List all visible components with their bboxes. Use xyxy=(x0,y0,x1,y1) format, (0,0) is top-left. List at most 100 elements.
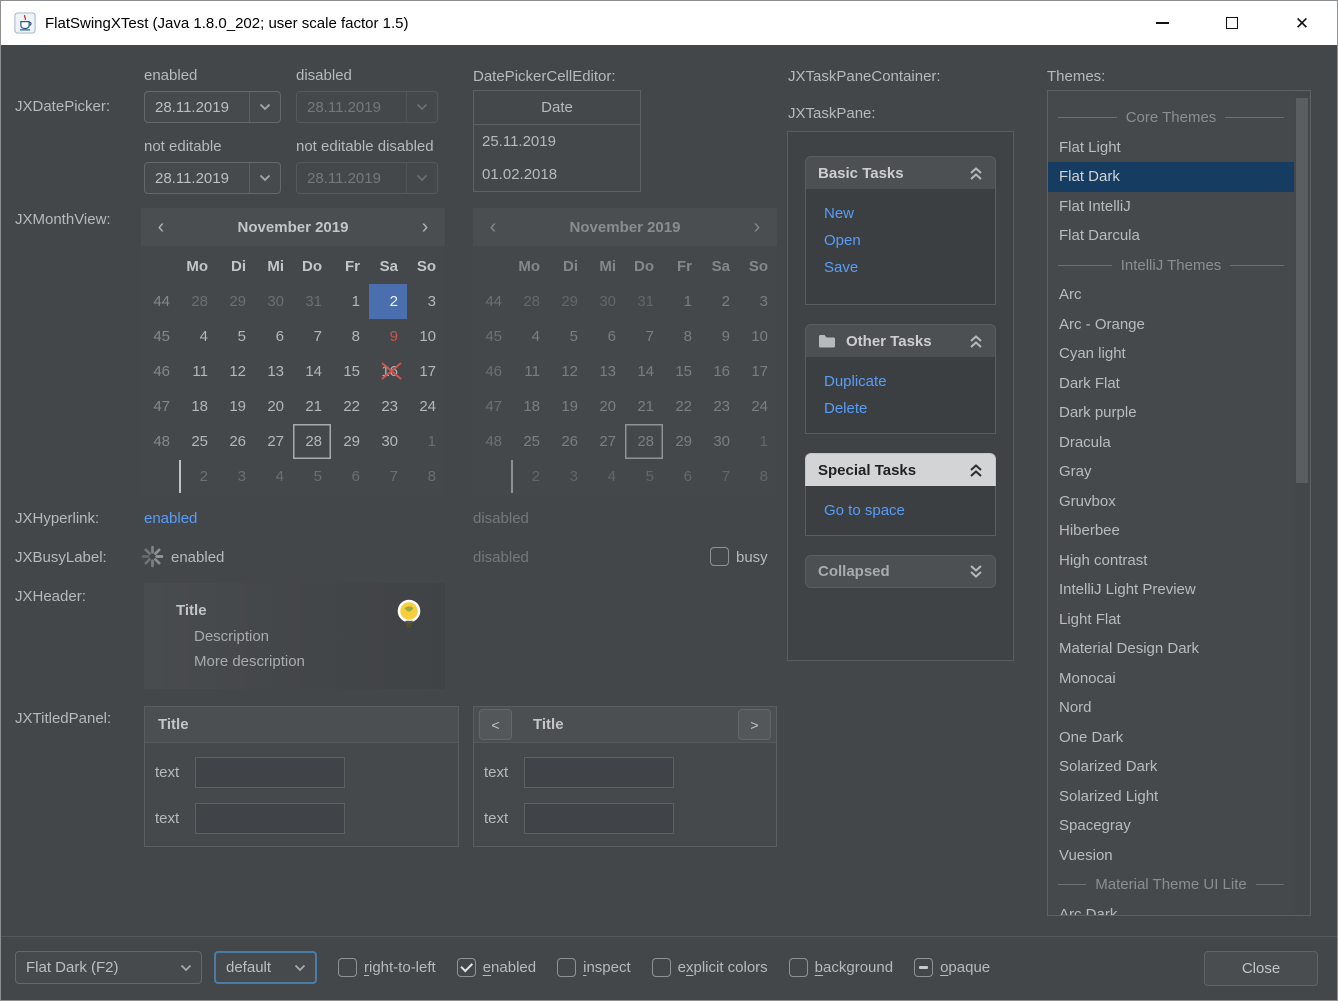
calendar-day[interactable]: 28 xyxy=(179,284,217,319)
chevron-down-icon[interactable] xyxy=(249,163,280,193)
calendar-day[interactable]: 18 xyxy=(179,389,217,424)
theme-list-item[interactable]: Light Flat xyxy=(1048,605,1294,635)
calendar-day[interactable]: 1 xyxy=(331,284,369,319)
chevron-down-icon[interactable] xyxy=(171,952,201,983)
task-link[interactable]: New xyxy=(824,204,995,223)
checkbox-label[interactable]: opaque xyxy=(940,959,990,976)
checkbox-label[interactable]: explicit colors xyxy=(678,959,768,976)
taskpane-header[interactable]: Other Tasks xyxy=(805,324,996,357)
checkbox-box[interactable] xyxy=(914,958,933,977)
datepicker-combo[interactable]: 28.11.2019 xyxy=(144,91,281,123)
hyperlink-enabled[interactable]: enabled xyxy=(144,510,197,527)
checkbox-box[interactable] xyxy=(338,958,357,977)
collapse-chevron-icon[interactable] xyxy=(969,463,983,478)
calendar-day[interactable]: 22 xyxy=(331,389,369,424)
calendar-day[interactable]: 2 xyxy=(369,284,407,319)
checkbox-background[interactable]: background xyxy=(789,958,893,977)
themes-list[interactable]: Core ThemesFlat LightFlat DarkFlat Intel… xyxy=(1047,90,1311,916)
text-field[interactable] xyxy=(195,757,345,788)
checkbox-box[interactable] xyxy=(789,958,808,977)
theme-list-item[interactable]: Arc xyxy=(1048,280,1294,310)
theme-list-item[interactable]: Arc Dark xyxy=(1048,900,1294,917)
text-field[interactable] xyxy=(524,757,674,788)
theme-list-item[interactable]: Flat IntelliJ xyxy=(1048,192,1294,222)
panel-prev-button[interactable]: < xyxy=(479,709,512,740)
theme-select-combo[interactable]: Flat Dark (F2) xyxy=(15,951,202,984)
calendar-day[interactable]: 13 xyxy=(255,354,293,389)
calendar-day[interactable]: 24 xyxy=(407,389,445,424)
calendar-day[interactable]: 11 xyxy=(179,354,217,389)
theme-list-item[interactable]: One Dark xyxy=(1048,723,1294,753)
checkbox-label[interactable]: enabled xyxy=(483,959,536,976)
calendar-day[interactable]: 17 xyxy=(407,354,445,389)
text-field[interactable] xyxy=(195,803,345,834)
checkbox-inspect[interactable]: inspect xyxy=(557,958,631,977)
taskpane-header[interactable]: Basic Tasks xyxy=(805,156,996,189)
theme-list-item[interactable]: Arc - Orange xyxy=(1048,310,1294,340)
minimize-button[interactable] xyxy=(1127,1,1197,45)
theme-list-item[interactable]: Hiberbee xyxy=(1048,516,1294,546)
checkbox-right-to-left[interactable]: right-to-left xyxy=(338,958,436,977)
chevron-down-icon[interactable] xyxy=(285,953,315,982)
task-link[interactable]: Save xyxy=(824,258,995,277)
calendar-day[interactable]: 4 xyxy=(179,319,217,354)
close-window-button[interactable]: ✕ xyxy=(1267,1,1337,45)
busy-checkbox[interactable] xyxy=(710,547,729,566)
task-link[interactable]: Go to space xyxy=(824,501,995,520)
calendar-day[interactable]: 7 xyxy=(293,319,331,354)
expand-chevron-icon[interactable] xyxy=(969,564,983,579)
table-row[interactable]: 01.02.2018 xyxy=(474,158,640,191)
date-table[interactable]: Date 25.11.201901.02.2018 xyxy=(473,90,641,192)
monthview-enabled[interactable]: ‹November 2019›MoDiMiDoFrSaSo44282930311… xyxy=(141,208,445,495)
theme-list-item[interactable]: Cyan light xyxy=(1048,339,1294,369)
calendar-day[interactable]: 30 xyxy=(369,424,407,459)
calendar-day[interactable]: 23 xyxy=(369,389,407,424)
theme-list-item[interactable]: Nord xyxy=(1048,693,1294,723)
theme-list-item[interactable]: Vuesion xyxy=(1048,841,1294,871)
task-link[interactable]: Open xyxy=(824,231,995,250)
calendar-day[interactable]: 31 xyxy=(293,284,331,319)
checkbox-box[interactable] xyxy=(652,958,671,977)
theme-list-item[interactable]: Spacegray xyxy=(1048,811,1294,841)
theme-list-item[interactable]: Dracula xyxy=(1048,428,1294,458)
calendar-day[interactable]: 3 xyxy=(407,284,445,319)
mode-combo-value[interactable]: default xyxy=(216,953,285,982)
checkbox-opaque[interactable]: opaque xyxy=(914,958,990,977)
taskpane-header[interactable]: Special Tasks xyxy=(805,453,996,486)
calendar-day[interactable]: 19 xyxy=(217,389,255,424)
collapse-chevron-icon[interactable] xyxy=(969,166,983,181)
panel-next-button[interactable]: > xyxy=(738,709,771,740)
theme-combo-value[interactable]: Flat Dark (F2) xyxy=(16,952,171,983)
calendar-day[interactable]: 5 xyxy=(293,459,331,494)
scrollbar-thumb[interactable] xyxy=(1296,98,1308,483)
calendar-day[interactable]: 3 xyxy=(217,459,255,494)
calendar-day[interactable]: 4 xyxy=(255,459,293,494)
calendar-day[interactable]: 7 xyxy=(369,459,407,494)
calendar-day[interactable]: 14 xyxy=(293,354,331,389)
theme-list-item[interactable]: Solarized Light xyxy=(1048,782,1294,812)
maximize-button[interactable] xyxy=(1197,1,1267,45)
theme-list-item[interactable]: Gruvbox xyxy=(1048,487,1294,517)
calendar-day[interactable]: 12 xyxy=(217,354,255,389)
checkbox-label[interactable]: right-to-left xyxy=(364,959,436,976)
mode-select-combo[interactable]: default xyxy=(214,951,317,984)
calendar-day[interactable]: 15 xyxy=(331,354,369,389)
task-link[interactable]: Duplicate xyxy=(824,372,995,391)
calendar-day[interactable]: 21 xyxy=(293,389,331,424)
calendar-day[interactable]: 6 xyxy=(255,319,293,354)
collapse-chevron-icon[interactable] xyxy=(969,334,983,349)
calendar-day[interactable]: 9 xyxy=(369,319,407,354)
calendar-day[interactable]: 5 xyxy=(217,319,255,354)
text-field[interactable] xyxy=(524,803,674,834)
table-row[interactable]: 25.11.2019 xyxy=(474,125,640,158)
theme-list-item[interactable]: Flat Light xyxy=(1048,133,1294,163)
theme-list-item[interactable]: Dark purple xyxy=(1048,398,1294,428)
busy-checkbox-label[interactable]: busy xyxy=(736,549,768,566)
theme-list-item[interactable]: Dark Flat xyxy=(1048,369,1294,399)
calendar-next-icon[interactable]: › xyxy=(405,208,445,246)
theme-list-item[interactable]: Flat Dark xyxy=(1048,162,1294,192)
theme-list-item[interactable]: High contrast xyxy=(1048,546,1294,576)
theme-list-item[interactable]: Flat Darcula xyxy=(1048,221,1294,251)
calendar-day[interactable]: 30 xyxy=(255,284,293,319)
datepicker-combo[interactable]: 28.11.2019 xyxy=(144,162,281,194)
